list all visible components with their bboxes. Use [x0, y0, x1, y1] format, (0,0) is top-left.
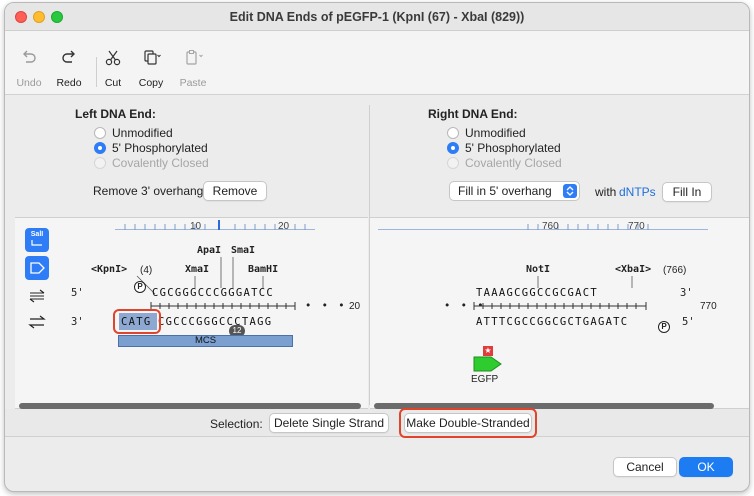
- egfp-feature-arrow[interactable]: [473, 356, 503, 372]
- redo-button[interactable]: Redo: [47, 31, 91, 95]
- phosphate-label: P: [661, 322, 667, 331]
- top-strand-sequence[interactable]: CGCGGGCCCGGGATCC: [152, 287, 274, 299]
- radio-circle: [94, 157, 106, 169]
- remove-button[interactable]: Remove: [203, 181, 267, 201]
- cancel-button[interactable]: Cancel: [613, 457, 677, 477]
- fill-overhang-select[interactable]: Fill in 5' overhang: [449, 181, 580, 201]
- right-phosphate-icon: P: [658, 321, 670, 333]
- start-marker-icon: ★: [483, 346, 493, 356]
- top-strand-5prime: 5': [71, 287, 84, 299]
- radio-circle: [447, 127, 459, 139]
- ruler-tick-20: 20: [278, 221, 290, 232]
- radio-circle: [94, 142, 106, 154]
- copy-label: Copy: [138, 77, 164, 89]
- paste-label: Paste: [179, 77, 207, 89]
- right-sequence-view[interactable]: 760 770 NotI <XbaI> (766) TAAAGCGGCCGCGA…: [370, 217, 749, 409]
- right-top-3prime: 3': [680, 287, 693, 299]
- ruler-tick-770: 770: [628, 221, 645, 232]
- right-bottom-5prime: 5': [682, 316, 695, 328]
- ruler-tick-10: 10: [190, 221, 202, 232]
- double-stranded-highlight: [399, 408, 537, 438]
- left-end-title: Left DNA End:: [75, 107, 156, 121]
- undo-icon: [23, 50, 36, 63]
- toolbar: Undo Redo Cut Copy Paste: [5, 31, 749, 95]
- fill-select-value: Fill in 5' overhang: [458, 184, 552, 198]
- paste-icon: [186, 50, 203, 65]
- egfp-label: EGFP: [471, 374, 499, 385]
- right-backbone: [473, 302, 647, 310]
- chevron-updown-icon: [563, 184, 577, 198]
- redo-icon: [62, 50, 75, 63]
- left-sequence-view[interactable]: 10 20 SalI ApaI SmaI XmaI BamHI <KpnI> (…: [15, 217, 368, 409]
- ok-button[interactable]: OK: [679, 457, 733, 477]
- left-ellipsis: • • •: [305, 300, 347, 312]
- enzyme-xbai-position: (766): [663, 265, 687, 276]
- overhang-highlight: [113, 309, 161, 334]
- selection-bar: Selection: Delete Single Strand Make Dou…: [5, 408, 749, 438]
- left-end-number: 20: [349, 301, 361, 312]
- radio-label: 5' Phosphorylated: [112, 141, 208, 155]
- right-end-number: 770: [700, 301, 717, 312]
- title-bar: Edit DNA Ends of pEGFP-1 (KpnI (67) - Xb…: [5, 3, 749, 31]
- radio-circle: [447, 142, 459, 154]
- fill-in-button[interactable]: Fill In: [662, 182, 712, 202]
- radio-label: 5' Phosphorylated: [465, 141, 561, 155]
- dntps-link[interactable]: dNTPs: [619, 185, 656, 199]
- bottom-strand-3prime: 3': [71, 316, 84, 328]
- bottom-strand-sequence[interactable]: CGCCCGGGCCCTAGG: [158, 316, 272, 328]
- scissors-icon: [105, 50, 121, 66]
- phosphate-icon: P: [134, 281, 146, 293]
- radio-label: Covalently Closed: [465, 156, 562, 170]
- right-bottom-strand[interactable]: ATTTCGCCGGCGCTGAGATC: [476, 316, 628, 328]
- phosphate-label: P: [137, 282, 143, 291]
- radio-label: Unmodified: [112, 126, 173, 140]
- right-end-title: Right DNA End:: [428, 107, 518, 121]
- right-top-strand[interactable]: TAAAGCGGCCGCGACT: [476, 287, 598, 299]
- redo-label: Redo: [56, 77, 82, 89]
- with-label: with: [595, 185, 617, 199]
- copy-button[interactable]: Copy: [129, 31, 173, 95]
- copy-icon: [144, 50, 161, 65]
- radio-circle: [94, 127, 106, 139]
- undo-label: Undo: [16, 77, 42, 89]
- radio-label: Unmodified: [465, 126, 526, 140]
- radio-circle: [447, 157, 459, 169]
- ruler-tick-760: 760: [542, 221, 559, 232]
- delete-single-strand-button[interactable]: Delete Single Strand: [269, 413, 389, 433]
- undo-button[interactable]: Undo: [7, 31, 51, 95]
- selection-label: Selection:: [210, 417, 263, 431]
- remove-overhang-label: Remove 3' overhang: [93, 184, 204, 198]
- window-title: Edit DNA Ends of pEGFP-1 (KpnI (67) - Xb…: [229, 10, 525, 24]
- feature-mcs[interactable]: MCS: [118, 335, 293, 347]
- enzyme-noti[interactable]: NotI: [526, 264, 550, 275]
- dialog-window: Edit DNA Ends of pEGFP-1 (KpnI (67) - Xb…: [4, 2, 750, 492]
- radio-label: Covalently Closed: [112, 156, 209, 170]
- paste-button[interactable]: Paste: [171, 31, 215, 95]
- enzyme-xbai[interactable]: <XbaI>: [615, 264, 651, 275]
